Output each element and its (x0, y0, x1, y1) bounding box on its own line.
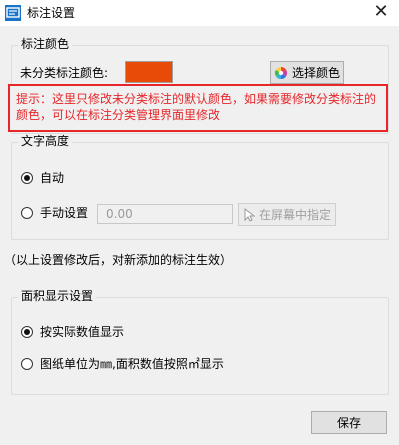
area-display-group (11, 297, 389, 395)
area-unit-radio[interactable] (21, 358, 33, 370)
window-title: 标注设置 (27, 6, 76, 20)
uncategorized-color-label: 未分类标注颜色: (20, 66, 109, 80)
area-actual-radio[interactable] (21, 326, 33, 338)
text-height-input[interactable]: 0.00 (97, 204, 233, 224)
area-display-group-label: 面积显示设置 (18, 289, 97, 303)
title-bar: 标注设置 ✕ (0, 0, 399, 26)
app-icon (5, 5, 21, 21)
text-height-group-label: 文字高度 (18, 134, 73, 148)
close-button[interactable]: ✕ (363, 0, 399, 26)
text-height-auto-radio[interactable] (21, 172, 33, 184)
warning-text: 提示：这里只修改未分类标注的默认颜色，如果需要修改分类标注的颜色，可以在标注分类… (16, 92, 377, 122)
save-button[interactable]: 保存 (311, 411, 387, 434)
text-height-auto-label: 自动 (40, 171, 65, 185)
pick-color-button[interactable]: 选择颜色 (270, 61, 344, 84)
area-unit-label: 图纸单位为㎜,面积数值按照㎡显示 (40, 357, 224, 371)
text-height-manual-label: 手动设置 (40, 206, 89, 220)
color-swatch[interactable] (125, 61, 173, 83)
close-icon: ✕ (373, 1, 389, 22)
warning-box: 提示：这里只修改未分类标注的默认颜色，如果需要修改分类标注的颜色，可以在标注分类… (8, 84, 388, 132)
save-button-label: 保存 (336, 415, 361, 430)
pick-on-screen-button-label: 在屏幕中指定 (258, 207, 331, 222)
pick-color-button-label: 选择颜色 (291, 65, 340, 80)
color-group-label: 标注颜色 (18, 37, 73, 51)
effect-note: （以上设置修改后，对新添加的标注生效） (4, 253, 233, 267)
color-wheel-icon (274, 66, 287, 79)
cursor-icon (244, 207, 255, 222)
area-actual-label: 按实际数值显示 (40, 325, 125, 339)
text-height-manual-radio[interactable] (21, 207, 33, 219)
pick-on-screen-button[interactable]: 在屏幕中指定 (238, 203, 336, 226)
